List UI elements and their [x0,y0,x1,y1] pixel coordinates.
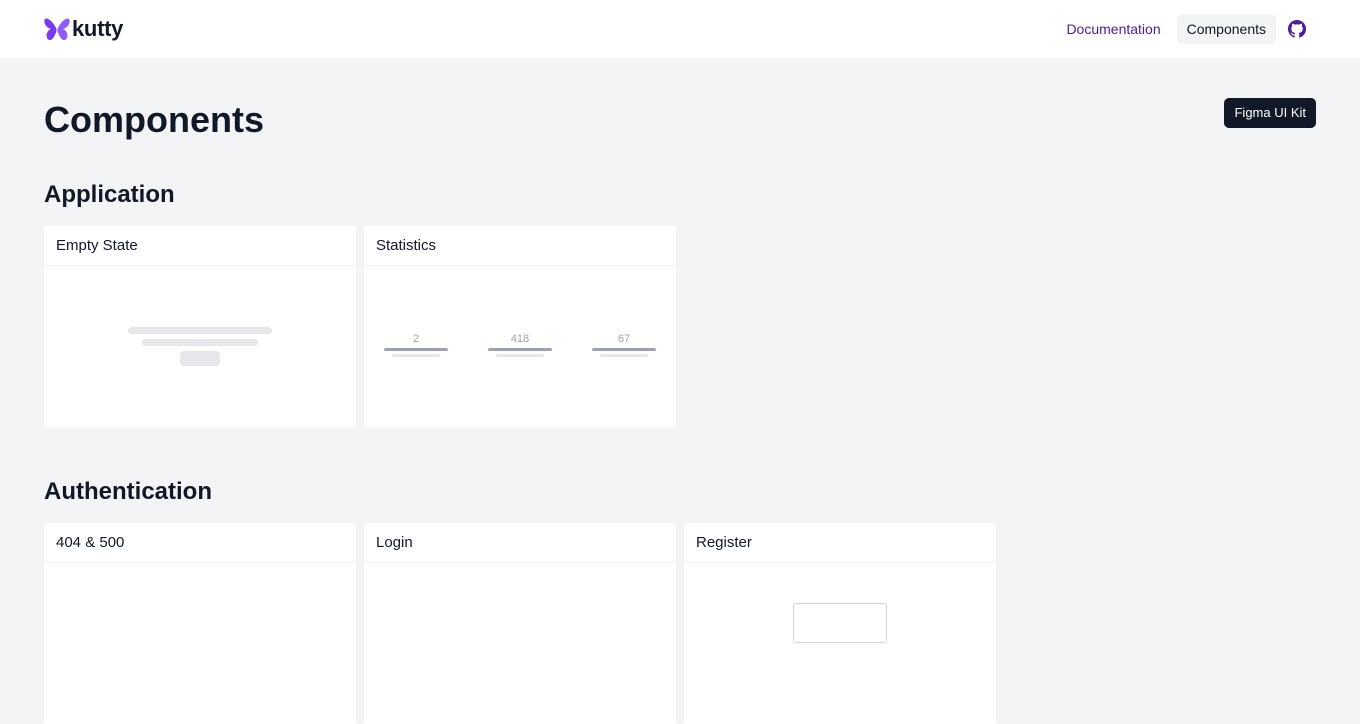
stat-item: 418 [488,332,552,357]
placeholder-form [793,603,887,643]
card-statistics[interactable]: Statistics 2 418 67 [364,226,676,427]
placeholder-line [392,354,440,357]
card-preview [44,563,356,724]
card-title: Empty State [44,226,356,266]
stat-value: 418 [510,333,530,345]
stat-value: 2 [412,333,420,345]
logo[interactable]: kutty [44,16,123,42]
card-preview [364,563,676,724]
placeholder-line [592,348,656,351]
figma-ui-kit-button[interactable]: Figma UI Kit [1224,98,1316,128]
card-preview [684,563,996,724]
placeholder-line [496,354,544,357]
nav-components[interactable]: Components [1176,14,1276,44]
statistics-preview: 2 418 67 [364,266,676,427]
nav-documentation[interactable]: Documentation [1056,14,1170,44]
section-title-application: Application [44,181,175,208]
page-title: Components [44,99,264,140]
logo-text: kutty [72,16,124,41]
stat-item: 2 [384,332,448,357]
placeholder-line [600,354,648,357]
stat-item: 67 [592,332,656,357]
butterfly-icon [44,17,70,41]
card-empty-state[interactable]: Empty State [44,226,356,427]
card-404-500[interactable]: 404 & 500 [44,523,356,724]
github-icon[interactable] [1282,14,1312,44]
main-nav: Documentation Components [1056,14,1312,44]
empty-state-preview [44,266,356,427]
card-title: Register [684,523,996,563]
placeholder-line [128,327,272,334]
section-title-authentication: Authentication [44,478,212,505]
placeholder-button [180,351,220,366]
top-navbar: kutty Documentation Components [0,0,1360,58]
stat-value: 67 [617,333,631,345]
card-login[interactable]: Login [364,523,676,724]
card-title: Statistics [364,226,676,266]
placeholder-line [142,339,258,346]
card-register[interactable]: Register [684,523,996,724]
card-title: 404 & 500 [44,523,356,563]
card-title: Login [364,523,676,563]
placeholder-line [488,348,552,351]
placeholder-line [384,348,448,351]
